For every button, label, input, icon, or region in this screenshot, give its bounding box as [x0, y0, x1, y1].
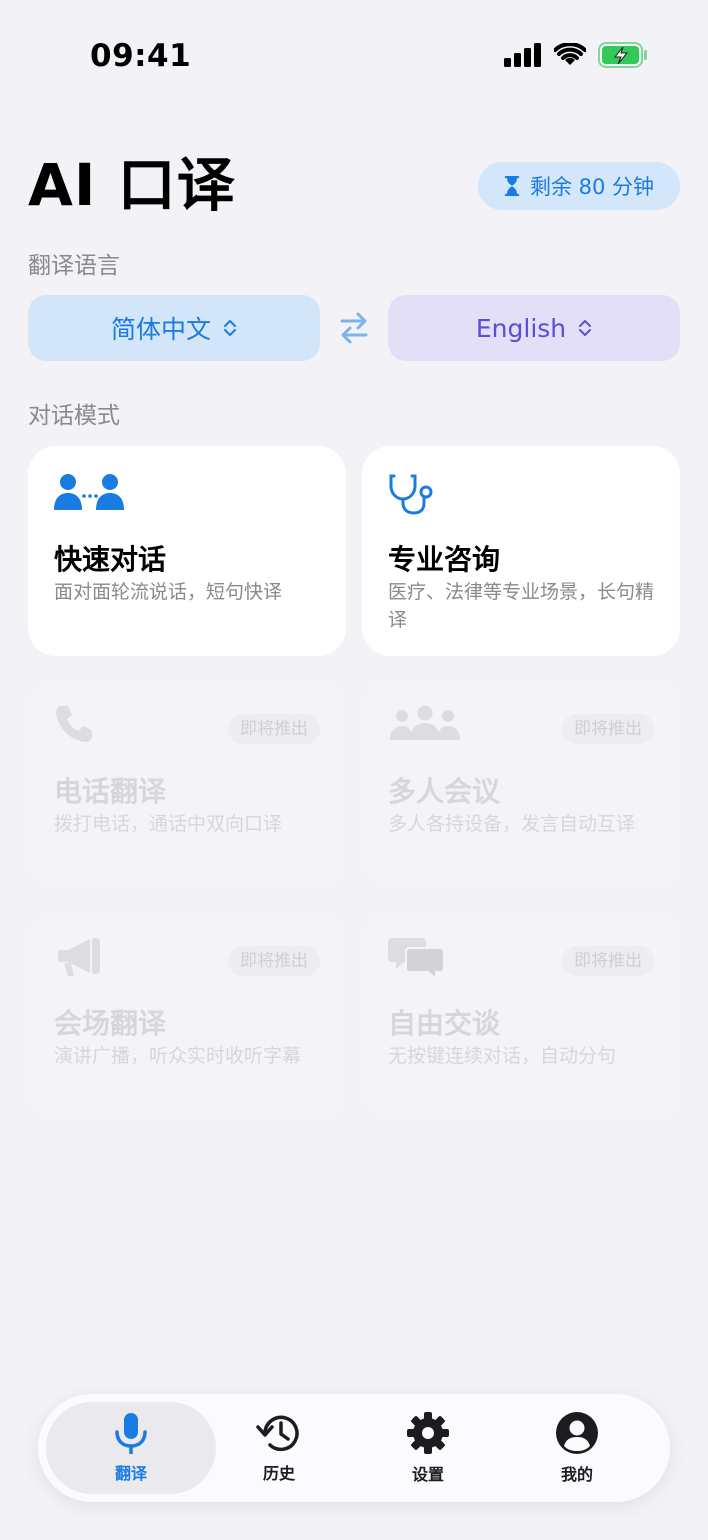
mode-description: 面对面轮流说话，短句快译 — [54, 581, 283, 603]
hourglass-icon — [504, 176, 520, 196]
mode-description: 多人各持设备，发言自动互译 — [388, 813, 636, 835]
tab-label: 设置 — [411, 1465, 444, 1484]
mode-card-free-talk: 即将推出 自由交谈 无按键连续对话，自动分句 — [362, 910, 680, 1120]
remaining-minutes-text: 剩余 80 分钟 — [529, 175, 655, 199]
mode-name: 专业咨询 — [388, 543, 501, 576]
coming-soon-badge: 即将推出 — [562, 714, 654, 744]
megaphone-icon — [58, 938, 100, 976]
mode-name: 电话翻译 — [54, 775, 167, 808]
tab-profile[interactable]: 我的 — [492, 1402, 662, 1494]
phone-icon — [56, 706, 92, 742]
target-language-select[interactable]: English — [388, 295, 680, 361]
coming-soon-badge: 即将推出 — [228, 946, 320, 976]
mode-card-venue-translation: 即将推出 会场翻译 演讲广播，听众实时收听字幕 — [28, 910, 346, 1120]
tab-history[interactable]: 历史 — [194, 1402, 364, 1494]
tab-label: 我的 — [560, 1465, 593, 1484]
mode-name: 快速对话 — [54, 543, 167, 576]
battery-icon — [598, 42, 647, 68]
chat-bubbles-icon — [388, 938, 445, 982]
mode-description: 无按键连续对话，自动分句 — [388, 1045, 617, 1067]
mode-name: 自由交谈 — [388, 1007, 501, 1040]
mode-card-professional-consult[interactable]: 专业咨询 医疗、法律等专业场景，长句精译 — [362, 446, 680, 656]
status-time: 09:41 — [90, 38, 192, 74]
mode-description: 医疗、法律等专业场景，长句精译 — [388, 581, 655, 631]
tab-bar: 翻译 历史 设置 我的 — [38, 1394, 670, 1502]
target-language-label: English — [475, 313, 567, 343]
status-icons — [504, 42, 648, 68]
source-language-select[interactable]: 简体中文 — [28, 295, 320, 361]
coming-soon-badge: 即将推出 — [228, 714, 320, 744]
person-icon — [556, 1412, 598, 1454]
tab-label: 翻译 — [114, 1464, 147, 1483]
source-language-label: 简体中文 — [110, 315, 211, 344]
signal-icon — [504, 43, 541, 67]
gear-icon — [407, 1412, 449, 1454]
mode-section-label: 对话模式 — [28, 403, 120, 429]
page-title: AI 口译 — [28, 151, 236, 219]
chevron-up-down-icon — [224, 320, 236, 336]
mode-card-quick-conversation[interactable]: 快速对话 面对面轮流说话，短句快译 — [28, 446, 346, 656]
two-people-icon — [54, 474, 124, 510]
group-icon — [390, 705, 460, 740]
mode-description: 拨打电话，通话中双向口译 — [54, 813, 283, 835]
mode-card-multi-person-meeting: 即将推出 多人会议 多人各持设备，发言自动互译 — [362, 678, 680, 888]
mode-name: 多人会议 — [388, 775, 501, 808]
mode-name: 会场翻译 — [54, 1007, 167, 1040]
tab-translate[interactable]: 翻译 — [46, 1402, 216, 1494]
coming-soon-badge: 即将推出 — [562, 946, 654, 976]
language-section-label: 翻译语言 — [28, 253, 120, 279]
mode-description: 演讲广播，听众实时收听字幕 — [54, 1045, 302, 1067]
mic-icon — [115, 1413, 147, 1454]
tab-label: 历史 — [262, 1464, 295, 1483]
tab-settings[interactable]: 设置 — [343, 1402, 513, 1494]
status-bar: 09:41 — [0, 0, 708, 110]
swap-languages-icon[interactable] — [338, 311, 370, 345]
wifi-icon — [554, 43, 586, 65]
mode-card-phone-translation: 即将推出 电话翻译 拨打电话，通话中双向口译 — [28, 678, 346, 888]
stethoscope-icon — [389, 474, 433, 515]
history-icon — [256, 1415, 299, 1452]
chevron-up-down-icon — [579, 320, 592, 336]
remaining-minutes-badge[interactable]: 剩余 80 分钟 — [478, 162, 680, 210]
